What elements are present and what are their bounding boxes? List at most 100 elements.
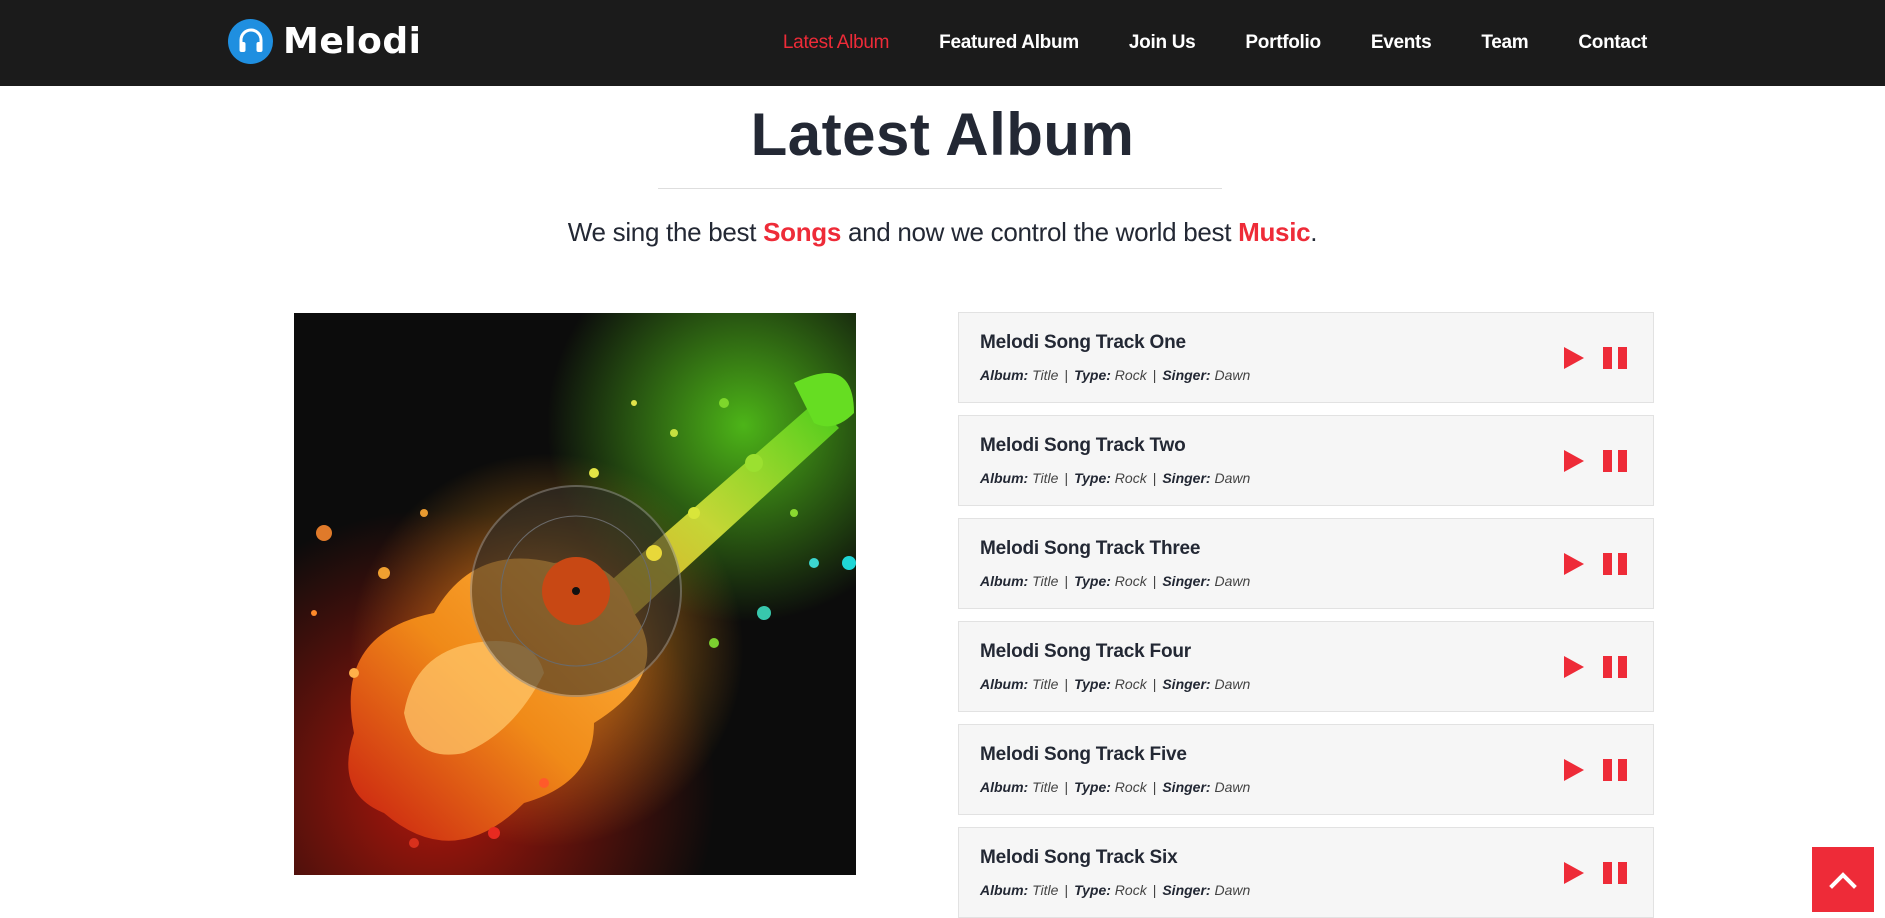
pause-bar: [1603, 759, 1612, 781]
nav-item-team[interactable]: Team: [1481, 32, 1528, 54]
subtitle-text: .: [1310, 217, 1318, 247]
meta-separator: |: [1152, 470, 1157, 486]
navbar: Melodi Latest Album Featured Album Join …: [0, 0, 1885, 86]
meta-separator: |: [1064, 573, 1069, 589]
play-icon[interactable]: [1562, 860, 1586, 886]
brand-name: Melodi: [283, 20, 422, 62]
album-value: Title: [1032, 882, 1059, 898]
singer-label: Singer:: [1162, 779, 1211, 795]
pause-bar: [1618, 553, 1627, 575]
pause-bar: [1618, 862, 1627, 884]
pause-bar: [1603, 656, 1612, 678]
type-value: Rock: [1114, 676, 1147, 692]
track-item: Melodi Song Track Three Album: Title | Typ…: [958, 518, 1654, 609]
track-meta: Album: Title | Type: Rock | Singer: Dawn: [980, 367, 1250, 383]
subtitle-highlight-music: Music: [1238, 217, 1311, 247]
type-label: Type:: [1074, 367, 1111, 383]
track-title: Melodi Song Track Two: [980, 435, 1186, 456]
track-title: Melodi Song Track One: [980, 332, 1186, 353]
track-meta: Album: Title | Type: Rock | Singer: Dawn: [980, 573, 1250, 589]
nav-item-contact[interactable]: Contact: [1578, 32, 1647, 54]
type-value: Rock: [1114, 882, 1147, 898]
type-label: Type:: [1074, 470, 1111, 486]
subtitle-text: We sing the best: [567, 217, 764, 247]
album-label: Album:: [980, 676, 1029, 692]
pause-icon[interactable]: [1603, 345, 1627, 371]
nav-item-latest-album[interactable]: Latest Album: [783, 32, 890, 54]
guitar-art-image: [294, 313, 856, 875]
album-label: Album:: [980, 882, 1029, 898]
meta-separator: |: [1064, 779, 1069, 795]
meta-separator: |: [1064, 367, 1069, 383]
track-title: Melodi Song Track Five: [980, 744, 1187, 765]
play-icon[interactable]: [1562, 551, 1586, 577]
album-label: Album:: [980, 779, 1029, 795]
pause-bar: [1618, 656, 1627, 678]
track-item: Melodi Song Track Six Album: Title | Type:…: [958, 827, 1654, 918]
section-subtitle: We sing the best Songs and now we contro…: [0, 217, 1885, 248]
track-list: Melodi Song Track One Album: Title | Type:…: [958, 312, 1654, 918]
track-item: Melodi Song Track Two Album: Title | Type:…: [958, 415, 1654, 506]
type-label: Type:: [1074, 573, 1111, 589]
play-icon[interactable]: [1562, 654, 1586, 680]
type-value: Rock: [1114, 470, 1147, 486]
track-meta: Album: Title | Type: Rock | Singer: Dawn: [980, 882, 1250, 898]
singer-label: Singer:: [1162, 367, 1211, 383]
album-label: Album:: [980, 367, 1029, 383]
pause-bar: [1603, 553, 1612, 575]
type-label: Type:: [1074, 779, 1111, 795]
pause-bar: [1618, 347, 1627, 369]
chevron-up-icon: [1829, 871, 1857, 889]
pause-bar: [1603, 862, 1612, 884]
singer-label: Singer:: [1162, 676, 1211, 692]
track-item: Melodi Song Track Four Album: Title | Type…: [958, 621, 1654, 712]
meta-separator: |: [1152, 882, 1157, 898]
nav-item-events[interactable]: Events: [1371, 32, 1432, 54]
album-label: Album:: [980, 470, 1029, 486]
pause-icon[interactable]: [1603, 860, 1627, 886]
album-cover-image: [294, 313, 856, 875]
nav-item-join-us[interactable]: Join Us: [1129, 32, 1196, 54]
pause-icon[interactable]: [1603, 551, 1627, 577]
type-label: Type:: [1074, 882, 1111, 898]
section-title: Latest Album: [750, 101, 1135, 168]
type-value: Rock: [1114, 367, 1147, 383]
meta-separator: |: [1152, 779, 1157, 795]
nav-item-portfolio[interactable]: Portfolio: [1245, 32, 1321, 54]
singer-value: Dawn: [1214, 367, 1251, 383]
album-value: Title: [1032, 573, 1059, 589]
nav-item-featured-album[interactable]: Featured Album: [939, 32, 1079, 54]
track-meta: Album: Title | Type: Rock | Singer: Dawn: [980, 470, 1250, 486]
meta-separator: |: [1064, 882, 1069, 898]
play-icon[interactable]: [1562, 448, 1586, 474]
pause-bar: [1618, 759, 1627, 781]
subtitle-highlight-songs: Songs: [763, 217, 842, 247]
scroll-to-top-button[interactable]: [1812, 847, 1874, 912]
track-meta: Album: Title | Type: Rock | Singer: Dawn: [980, 779, 1250, 795]
track-item: Melodi Song Track One Album: Title | Type:…: [958, 312, 1654, 403]
album-value: Title: [1032, 367, 1059, 383]
singer-label: Singer:: [1162, 882, 1211, 898]
track-title: Melodi Song Track Four: [980, 641, 1191, 662]
pause-bar: [1603, 347, 1612, 369]
subtitle-text: and now we control the world best: [841, 217, 1239, 247]
pause-icon[interactable]: [1603, 654, 1627, 680]
singer-value: Dawn: [1214, 676, 1251, 692]
track-title: Melodi Song Track Three: [980, 538, 1201, 559]
pause-icon[interactable]: [1603, 757, 1627, 783]
type-value: Rock: [1114, 779, 1147, 795]
play-icon[interactable]: [1562, 345, 1586, 371]
singer-label: Singer:: [1162, 573, 1211, 589]
album-value: Title: [1032, 676, 1059, 692]
singer-value: Dawn: [1214, 779, 1251, 795]
meta-separator: |: [1064, 676, 1069, 692]
singer-value: Dawn: [1214, 470, 1251, 486]
meta-separator: |: [1064, 470, 1069, 486]
play-icon[interactable]: [1562, 757, 1586, 783]
album-label: Album:: [980, 573, 1029, 589]
pause-icon[interactable]: [1603, 448, 1627, 474]
singer-label: Singer:: [1162, 470, 1211, 486]
brand-link[interactable]: Melodi: [228, 18, 421, 64]
type-value: Rock: [1114, 573, 1147, 589]
headphones-icon: [228, 18, 273, 64]
